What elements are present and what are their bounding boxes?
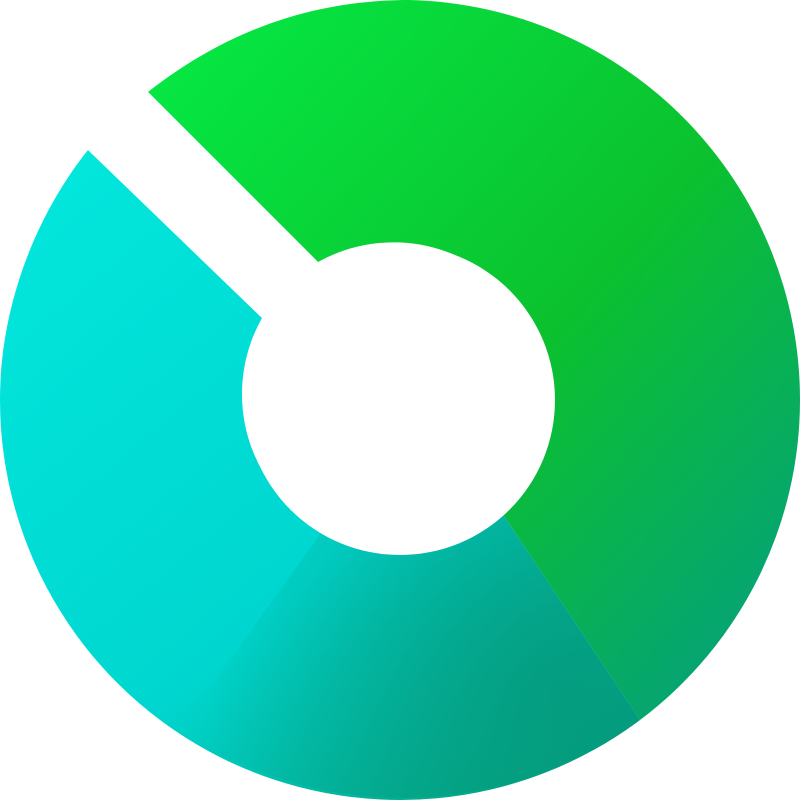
donut-ring-logo-icon — [0, 0, 800, 800]
logo-canvas — [0, 0, 800, 800]
ring-center-hole — [245, 245, 555, 555]
